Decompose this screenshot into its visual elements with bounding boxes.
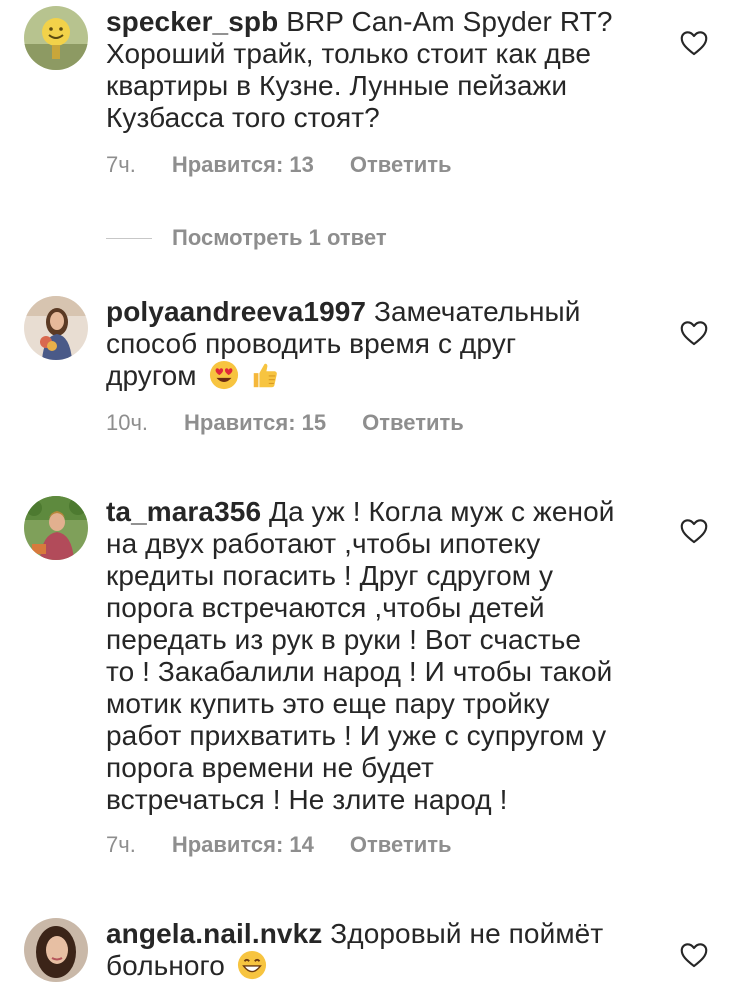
like-heart-icon[interactable] [680, 30, 708, 56]
view-replies-button[interactable]: Посмотреть 1 ответ [106, 224, 387, 252]
heart-eyes-emoji-icon [209, 360, 238, 390]
like-heart-icon[interactable] [680, 942, 708, 968]
comment-time: 7ч. [106, 152, 136, 177]
comment-line: мотик купить это еще пару тройку [106, 688, 550, 719]
comment-line: встречаться ! Не злите народ ! [106, 784, 508, 815]
avatar-angela-nail-nvkz[interactable] [24, 918, 88, 982]
comment-line: порога встречаются ,чтобы детей [106, 592, 545, 623]
replies-divider-line [106, 237, 152, 239]
comment-time: 7ч. [106, 832, 136, 857]
comment-line: передать из рук в руки ! Вот счастье [106, 624, 582, 655]
likes-count-button[interactable]: Нравится: 14 [172, 832, 314, 858]
comment-meta: 7ч. Нравится: 13 Ответить [106, 152, 452, 178]
comment-time: 10ч. [106, 410, 149, 435]
like-heart-icon[interactable] [680, 518, 708, 544]
comment-meta: 10ч. Нравится: 15 Ответить [106, 410, 464, 436]
avatar-polyaandreeva1997[interactable] [24, 296, 88, 360]
comment-2: polyaandreeva1997 Замечательный способ п… [0, 290, 749, 450]
comment-text: specker_spb BRP Can-Am Spyder RT? Хороши… [106, 6, 666, 134]
comment-username[interactable]: polyaandreeva1997 [106, 296, 366, 327]
comment-line: Кузбасса того стоят? [106, 102, 380, 133]
comment-line: Замечательный [366, 296, 581, 327]
comment-line: другом [106, 360, 197, 391]
comment-line: то ! Закабалили народ ! И чтобы такой [106, 656, 613, 687]
thumbs-up-emoji-icon [254, 363, 278, 388]
comment-line: способ проводить время с друг [106, 328, 517, 359]
comment-3: ta_mara356 Да уж ! Когла муж с женой на … [0, 490, 749, 870]
comment-username[interactable]: angela.nail.nvkz [106, 918, 322, 949]
comment-text: angela.nail.nvkz Здоровый не поймёт боль… [106, 918, 666, 982]
reply-button[interactable]: Ответить [350, 152, 452, 178]
comment-line: Да уж ! Когла муж с женой [261, 496, 615, 527]
likes-count-button[interactable]: Нравится: 15 [184, 410, 326, 436]
likes-count-button[interactable]: Нравится: 13 [172, 152, 314, 178]
comment-text: polyaandreeva1997 Замечательный способ п… [106, 296, 666, 392]
comment-line: квартиры в Кузне. Лунные пейзажи [106, 70, 568, 101]
comment-4: angela.nail.nvkz Здоровый не поймёт боль… [0, 912, 749, 982]
avatar-ta-mara356[interactable] [24, 496, 88, 560]
comment-line: на двух работают ,чтобы ипотеку [106, 528, 541, 559]
view-replies-label: Посмотреть 1 ответ [172, 225, 387, 250]
grinning-emoji-icon [237, 950, 266, 980]
comment-username[interactable]: specker_spb [106, 6, 278, 37]
comment-line: больного [106, 950, 225, 981]
comment-meta: 7ч. Нравится: 14 Ответить [106, 832, 452, 858]
comment-line: BRP Can-Am Spyder RT? [278, 6, 613, 37]
comment-line: кредиты погасить ! Друг сдругом у [106, 560, 554, 591]
avatar-specker-spb[interactable] [24, 6, 88, 70]
comment-line: Хороший трайк, только стоит как две [106, 38, 592, 69]
comment-line: порога времени не будет [106, 752, 434, 783]
reply-button[interactable]: Ответить [362, 410, 464, 436]
comment-line: работ прихватить ! И уже с супругом у [106, 720, 607, 751]
comment-username[interactable]: ta_mara356 [106, 496, 261, 527]
comment-text: ta_mara356 Да уж ! Когла муж с женой на … [106, 496, 666, 816]
comment-1: specker_spb BRP Can-Am Spyder RT? Хороши… [0, 0, 749, 260]
like-heart-icon[interactable] [680, 320, 708, 346]
reply-button[interactable]: Ответить [350, 832, 452, 858]
comment-line: Здоровый не поймёт [322, 918, 604, 949]
